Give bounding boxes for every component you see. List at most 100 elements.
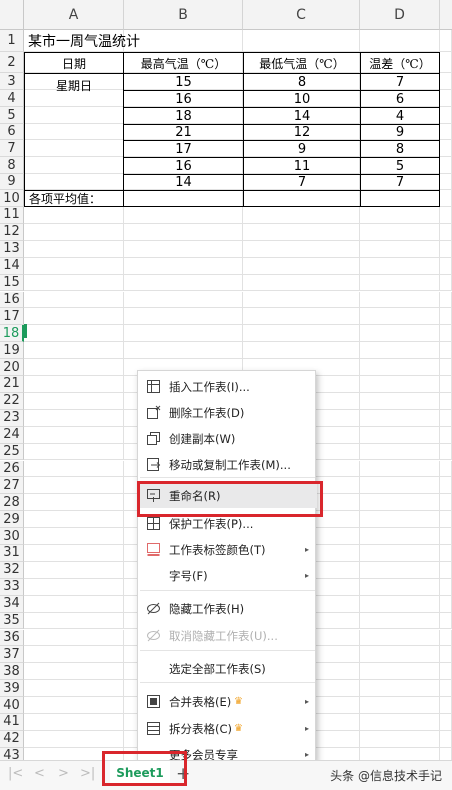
- grid-cell[interactable]: [243, 274, 360, 292]
- grid-cell[interactable]: [440, 140, 452, 157]
- row-header[interactable]: 21: [0, 376, 24, 393]
- first-sheet-icon[interactable]: |<: [8, 766, 23, 781]
- row-header[interactable]: 41: [0, 714, 24, 731]
- grid-cell[interactable]: [440, 73, 452, 90]
- grid-cell[interactable]: [440, 494, 452, 512]
- grid-cell[interactable]: [24, 477, 124, 495]
- grid-cell[interactable]: [440, 274, 452, 292]
- grid-cell[interactable]: [24, 595, 124, 613]
- table-cell[interactable]: 5: [360, 157, 440, 175]
- menu-select-all-sheets[interactable]: 选定全部工作表(S): [138, 656, 317, 681]
- grid-cell[interactable]: [360, 747, 440, 760]
- cell-a10-avg-label[interactable]: 各项平均值：: [24, 190, 124, 207]
- grid-cell[interactable]: [440, 291, 452, 309]
- grid-cell[interactable]: [360, 376, 440, 393]
- grid-cell[interactable]: [440, 460, 452, 478]
- row-header[interactable]: 43: [0, 747, 24, 760]
- grid-cell[interactable]: [24, 528, 124, 545]
- grid-cell[interactable]: [24, 714, 124, 731]
- grid-cell[interactable]: [360, 680, 440, 698]
- table-cell[interactable]: 14: [123, 174, 244, 191]
- table-cell[interactable]: 18: [123, 107, 244, 125]
- grid-cell[interactable]: [360, 359, 440, 376]
- table-cell[interactable]: 9: [243, 140, 361, 158]
- grid-cell[interactable]: [440, 578, 452, 596]
- column-header-b[interactable]: B: [124, 0, 243, 30]
- row-header[interactable]: 38: [0, 663, 24, 681]
- row-header[interactable]: 24: [0, 426, 24, 444]
- grid-cell[interactable]: [360, 426, 440, 444]
- grid-cell[interactable]: [243, 207, 360, 224]
- grid-cell[interactable]: [440, 30, 452, 52]
- grid-cell[interactable]: [24, 308, 124, 326]
- grid-cell[interactable]: [24, 646, 124, 664]
- grid-cell[interactable]: [440, 409, 452, 427]
- cell-c10[interactable]: [243, 190, 361, 207]
- table-cell[interactable]: 7: [360, 174, 440, 191]
- grid-cell[interactable]: [24, 274, 124, 292]
- grid-cell[interactable]: [440, 107, 452, 124]
- grid-cell[interactable]: [440, 730, 452, 748]
- grid-cell[interactable]: [360, 409, 440, 427]
- grid-cell[interactable]: [440, 612, 452, 630]
- grid-cell[interactable]: [24, 325, 124, 343]
- cell-a2-header[interactable]: 日期: [24, 52, 124, 74]
- table-cell[interactable]: 16: [123, 90, 244, 108]
- grid-cell[interactable]: [440, 342, 452, 360]
- grid-cell[interactable]: [360, 663, 440, 681]
- row-header[interactable]: 14: [0, 257, 24, 275]
- row-header[interactable]: 29: [0, 511, 24, 529]
- menu-split-table[interactable]: 拆分表格(C) ♛ ▸: [138, 716, 317, 741]
- grid-cell[interactable]: [360, 291, 440, 309]
- grid-cell[interactable]: [440, 52, 452, 73]
- grid-cell[interactable]: [24, 629, 124, 647]
- grid-cell[interactable]: [124, 308, 243, 326]
- grid-cell[interactable]: [440, 646, 452, 664]
- grid-cell[interactable]: [24, 240, 124, 258]
- row-header[interactable]: 34: [0, 595, 24, 613]
- table-cell[interactable]: 14: [243, 107, 361, 125]
- grid-cell[interactable]: [360, 325, 440, 343]
- grid-cell[interactable]: [440, 443, 452, 461]
- table-cell[interactable]: 15: [123, 73, 244, 91]
- menu-insert-sheet[interactable]: 插入工作表(I)...: [138, 374, 317, 399]
- grid-cell[interactable]: [360, 494, 440, 512]
- grid-cell[interactable]: [243, 308, 360, 326]
- grid-cell[interactable]: [24, 392, 124, 410]
- grid-cell[interactable]: [440, 376, 452, 393]
- grid-cell[interactable]: [440, 207, 452, 224]
- grid-cell[interactable]: [440, 308, 452, 326]
- column-header-a[interactable]: A: [24, 0, 124, 30]
- table-cell[interactable]: 16: [123, 157, 244, 175]
- row-header[interactable]: 36: [0, 629, 24, 647]
- grid-cell[interactable]: [440, 561, 452, 579]
- grid-cell[interactable]: [124, 257, 243, 275]
- grid-cell[interactable]: [24, 511, 124, 529]
- row-header[interactable]: 19: [0, 342, 24, 360]
- row-header[interactable]: 13: [0, 240, 24, 258]
- grid-cell[interactable]: [360, 528, 440, 545]
- grid-cell[interactable]: [24, 460, 124, 478]
- row-header[interactable]: 7: [0, 140, 24, 157]
- table-cell[interactable]: 10: [243, 90, 361, 108]
- menu-merge-tables[interactable]: 合并表格(E) ♛ ▸: [138, 689, 317, 714]
- grid-cell[interactable]: [440, 325, 452, 343]
- row-header[interactable]: 35: [0, 612, 24, 630]
- grid-cell[interactable]: [243, 291, 360, 309]
- grid-cell[interactable]: [440, 426, 452, 444]
- grid-cell[interactable]: [24, 291, 124, 309]
- grid-cell[interactable]: [360, 207, 440, 224]
- row-header[interactable]: 3: [0, 73, 24, 90]
- grid-cell[interactable]: [440, 747, 452, 760]
- grid-cell[interactable]: [360, 730, 440, 748]
- grid-cell[interactable]: [24, 494, 124, 512]
- row-header[interactable]: 42: [0, 730, 24, 748]
- row-header[interactable]: 30: [0, 528, 24, 545]
- grid-cell[interactable]: [24, 578, 124, 596]
- grid-cell[interactable]: [360, 30, 440, 52]
- menu-hide-sheet[interactable]: 隐藏工作表(H): [138, 596, 317, 621]
- menu-create-copy[interactable]: 创建副本(W): [138, 426, 317, 451]
- table-cell[interactable]: 11: [243, 157, 361, 175]
- grid-cell[interactable]: [124, 342, 243, 360]
- menu-unhide-sheet[interactable]: 取消隐藏工作表(U)...: [138, 623, 317, 648]
